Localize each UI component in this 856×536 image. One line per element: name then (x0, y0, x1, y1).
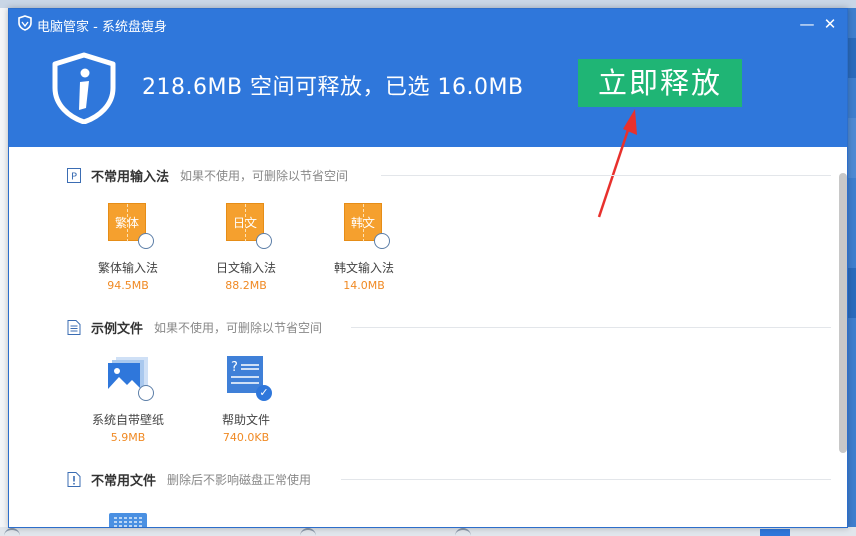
title-bar: 电脑管家 - 系统盘瘦身 (17, 15, 167, 35)
select-checkbox[interactable] (138, 233, 154, 249)
svg-text:P: P (71, 171, 77, 182)
item-name: 韩文输入法 (333, 261, 394, 275)
section-title: 不常用文件 (91, 473, 157, 489)
item-size: 5.9MB (110, 431, 146, 444)
item-size: 14.0MB (343, 279, 385, 292)
item-traditional-ime[interactable]: 繁体 繁体输入法 94.5MB (78, 203, 178, 292)
background-top-strip (0, 0, 856, 8)
section-header-sample-files: 示例文件 如果不使用，可删除以节省空间 (67, 317, 322, 337)
content-area: P 不常用输入法 如果不使用，可删除以节省空间 繁体 繁体输入法 94.5MB … (9, 147, 847, 527)
item-japanese-ime[interactable]: 日文 日文输入法 88.2MB (196, 203, 296, 292)
svg-text:?: ? (231, 360, 238, 375)
vertical-scrollbar-thumb[interactable] (839, 173, 847, 453)
section-header-ime: P 不常用输入法 如果不使用，可删除以节省空间 (67, 165, 348, 185)
item-size: 740.0KB (222, 431, 270, 444)
select-checkbox[interactable] (256, 233, 272, 249)
p-badge-icon: P (67, 167, 81, 183)
item-name: 繁体输入法 (97, 261, 158, 275)
section-description: 如果不使用，可删除以节省空间 (180, 168, 349, 183)
document-icon (67, 319, 81, 335)
alert-file-icon (67, 471, 81, 487)
item-name: 日文输入法 (215, 261, 276, 275)
section-description: 删除后不影响磁盘正常使用 (167, 472, 312, 487)
section-divider (341, 479, 831, 480)
window-title: 电脑管家 - 系统盘瘦身 (37, 19, 167, 35)
space-summary-headline: 218.6MB 空间可释放，已选 16.0MB (142, 75, 524, 100)
section-divider (381, 175, 831, 176)
item-name: 系统自带壁纸 (91, 413, 164, 427)
item-size: 88.2MB (225, 279, 267, 292)
section-title: 示例文件 (91, 321, 144, 337)
section-divider (351, 327, 831, 328)
keyboard-file-icon (109, 513, 147, 527)
close-button[interactable]: ✕ (822, 16, 838, 32)
item-korean-ime[interactable]: 韩文 韩文输入法 14.0MB (314, 203, 414, 292)
item-name: 帮助文件 (221, 413, 270, 427)
section-description: 如果不使用，可删除以节省空间 (154, 320, 323, 335)
shield-info-icon (49, 52, 119, 125)
background-right-panel (848, 8, 856, 536)
release-now-button[interactable]: 立即释放 (578, 59, 742, 107)
background-bottom-bar (0, 527, 856, 536)
select-checkbox[interactable] (374, 233, 390, 249)
dialog-header: 电脑管家 - 系统盘瘦身 — ✕ 218.6MB 空间可释放，已选 16.0MB… (9, 9, 847, 147)
section-title: 不常用输入法 (91, 169, 170, 185)
app-shield-icon (17, 15, 33, 35)
item-system-wallpaper[interactable]: 系统自带壁纸 5.9MB (78, 355, 178, 444)
item-size: 94.5MB (107, 279, 149, 292)
select-checkbox[interactable] (138, 385, 154, 401)
system-disk-slim-dialog: 电脑管家 - 系统盘瘦身 — ✕ 218.6MB 空间可释放，已选 16.0MB… (8, 8, 848, 528)
select-checkbox-checked[interactable]: ✓ (256, 385, 272, 401)
section-header-unused-files: 不常用文件 删除后不影响磁盘正常使用 (67, 469, 311, 489)
minimize-button[interactable]: — (799, 16, 815, 32)
item-help-files[interactable]: ? ✓ 帮助文件 740.0KB (196, 355, 296, 444)
